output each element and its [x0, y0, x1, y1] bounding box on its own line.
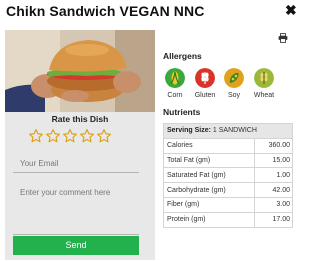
star-rating[interactable]: [28, 128, 112, 146]
dish-title: Chikn Sandwich VEGAN NNC: [6, 3, 205, 19]
nutrient-value: 15.00: [254, 152, 293, 169]
table-row: Carbohydrate (gm) 42.00: [163, 182, 293, 198]
nutrient-value: 42.00: [254, 182, 293, 198]
nutrient-value: 17.00: [254, 211, 293, 228]
comment-field[interactable]: [13, 179, 139, 235]
star-icon[interactable]: [96, 128, 112, 144]
serving-size-value: 1 SANDWICH: [212, 127, 257, 135]
nutrient-label: Fiber (gm): [163, 196, 255, 213]
rating-panel: Rate this Dish Send: [5, 112, 155, 260]
corn-icon: [165, 68, 185, 88]
nutrients-title: Nutrients: [163, 107, 201, 117]
table-row: Total Fat (gm) 15.00: [163, 152, 293, 169]
table-row: Protein (gm) 17.00: [163, 211, 293, 228]
star-icon[interactable]: [62, 128, 78, 144]
soy-icon: [224, 68, 244, 88]
serving-size-label: Serving Size:: [167, 127, 211, 135]
send-button[interactable]: Send: [13, 236, 139, 255]
allergen-label: Wheat: [253, 92, 275, 99]
printer-icon[interactable]: [278, 33, 288, 43]
nutrient-label: Total Fat (gm): [163, 152, 255, 169]
table-row: Fiber (gm) 3.00: [163, 196, 293, 213]
nutrients-table: Serving Size: 1 SANDWICH Calories 360.00…: [163, 123, 293, 228]
serving-size-row: Serving Size: 1 SANDWICH: [163, 123, 293, 139]
table-row: Calories 360.00: [163, 137, 293, 154]
star-icon[interactable]: [79, 128, 95, 144]
close-icon[interactable]: ✖: [285, 3, 297, 17]
dialog-header: Chikn Sandwich VEGAN NNC ✖: [0, 0, 300, 24]
nutrient-value: 3.00: [254, 196, 293, 213]
nutrient-value: 1.00: [254, 167, 293, 184]
nutrient-value: 360.00: [254, 137, 293, 154]
nutrient-label: Saturated Fat (gm): [163, 167, 255, 184]
wheat-icon: [254, 68, 274, 88]
nutrient-label: Protein (gm): [163, 211, 255, 228]
dish-photo: [5, 30, 155, 112]
nutrient-label: Calories: [163, 137, 255, 154]
table-row: Saturated Fat (gm) 1.00: [163, 167, 293, 184]
star-icon[interactable]: [28, 128, 44, 144]
nutrient-label: Carbohydrate (gm): [163, 182, 255, 198]
gluten-icon: [195, 68, 215, 88]
allergen-wheat: Wheat: [250, 68, 278, 102]
allergens-title: Allergens: [163, 51, 202, 61]
email-field[interactable]: [13, 155, 139, 173]
star-icon[interactable]: [45, 128, 61, 144]
rate-title: Rate this Dish: [51, 114, 109, 124]
